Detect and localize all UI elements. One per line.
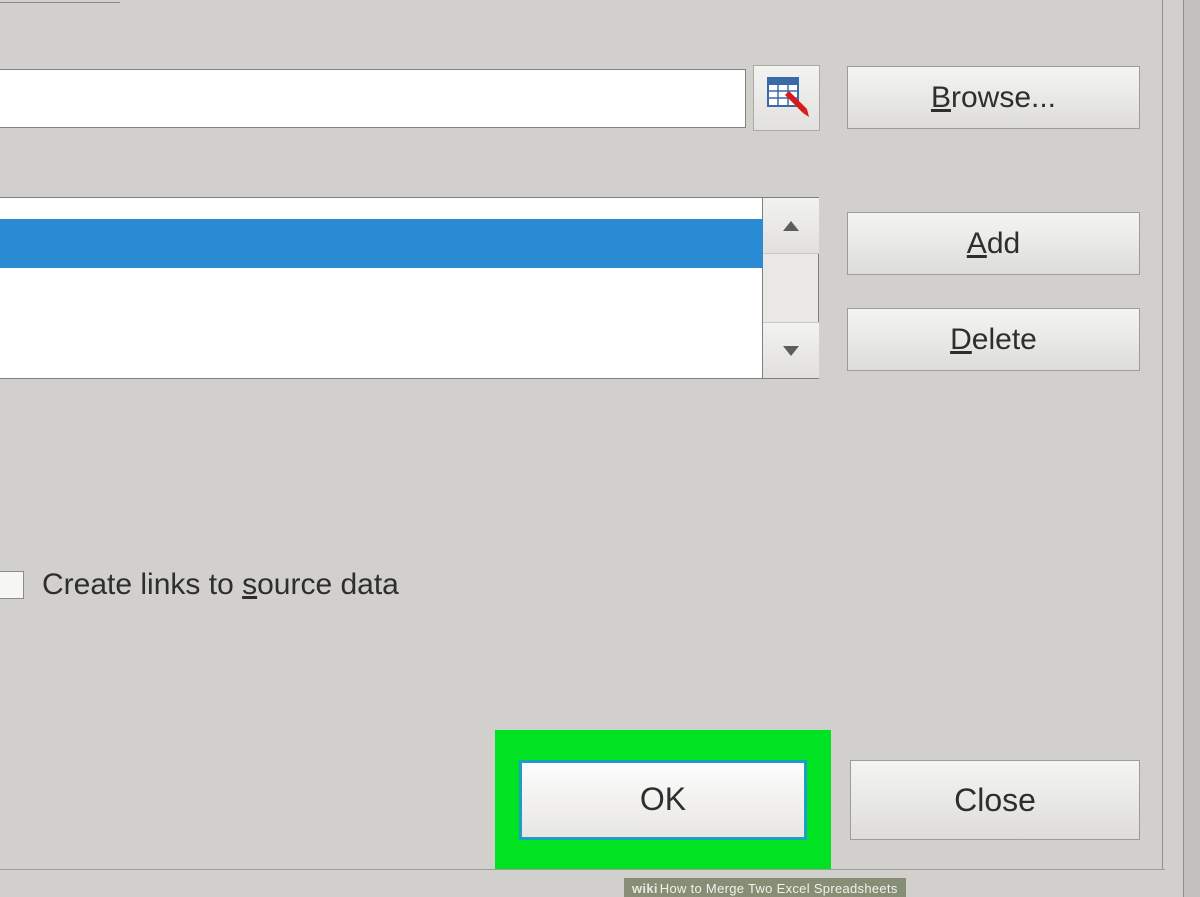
watermark: wiki How to Merge Two Excel Spreadsheets: [624, 878, 906, 897]
references-listbox[interactable]: [0, 197, 763, 379]
reference-input[interactable]: [0, 69, 746, 128]
delete-button-label: Delete: [950, 323, 1037, 357]
add-button-label: Add: [967, 227, 1020, 261]
ok-highlight: OK: [495, 730, 831, 869]
create-links-label: Create links to source data: [42, 568, 399, 602]
dialog-bottom-border: [0, 869, 1165, 870]
collapse-dialog-button[interactable]: [753, 65, 820, 131]
browse-button[interactable]: Browse...: [847, 66, 1140, 129]
scroll-up-button[interactable]: [763, 198, 819, 254]
listbox-scrollbar[interactable]: [763, 197, 819, 379]
delete-button[interactable]: Delete: [847, 308, 1140, 371]
create-links-checkbox[interactable]: [0, 571, 24, 599]
ok-button[interactable]: OK: [519, 760, 807, 840]
partial-top-field-border: [0, 0, 120, 3]
close-button[interactable]: Close: [850, 760, 1140, 840]
watermark-text: How to Merge Two Excel Spreadsheets: [660, 881, 898, 896]
ok-button-label: OK: [640, 781, 686, 818]
create-links-row: Create links to source data: [0, 568, 399, 602]
dialog-right-border: [1162, 0, 1163, 870]
selected-reference-row[interactable]: [0, 219, 763, 268]
scroll-down-button[interactable]: [763, 322, 819, 378]
range-selector-icon: [765, 73, 809, 124]
chevron-up-icon: [781, 213, 801, 239]
outer-right-strip: [1184, 0, 1200, 897]
add-button[interactable]: Add: [847, 212, 1140, 275]
chevron-down-icon: [781, 338, 801, 364]
watermark-brand: wiki: [632, 881, 658, 896]
browse-button-label: Browse...: [931, 81, 1056, 115]
close-button-label: Close: [954, 782, 1036, 819]
